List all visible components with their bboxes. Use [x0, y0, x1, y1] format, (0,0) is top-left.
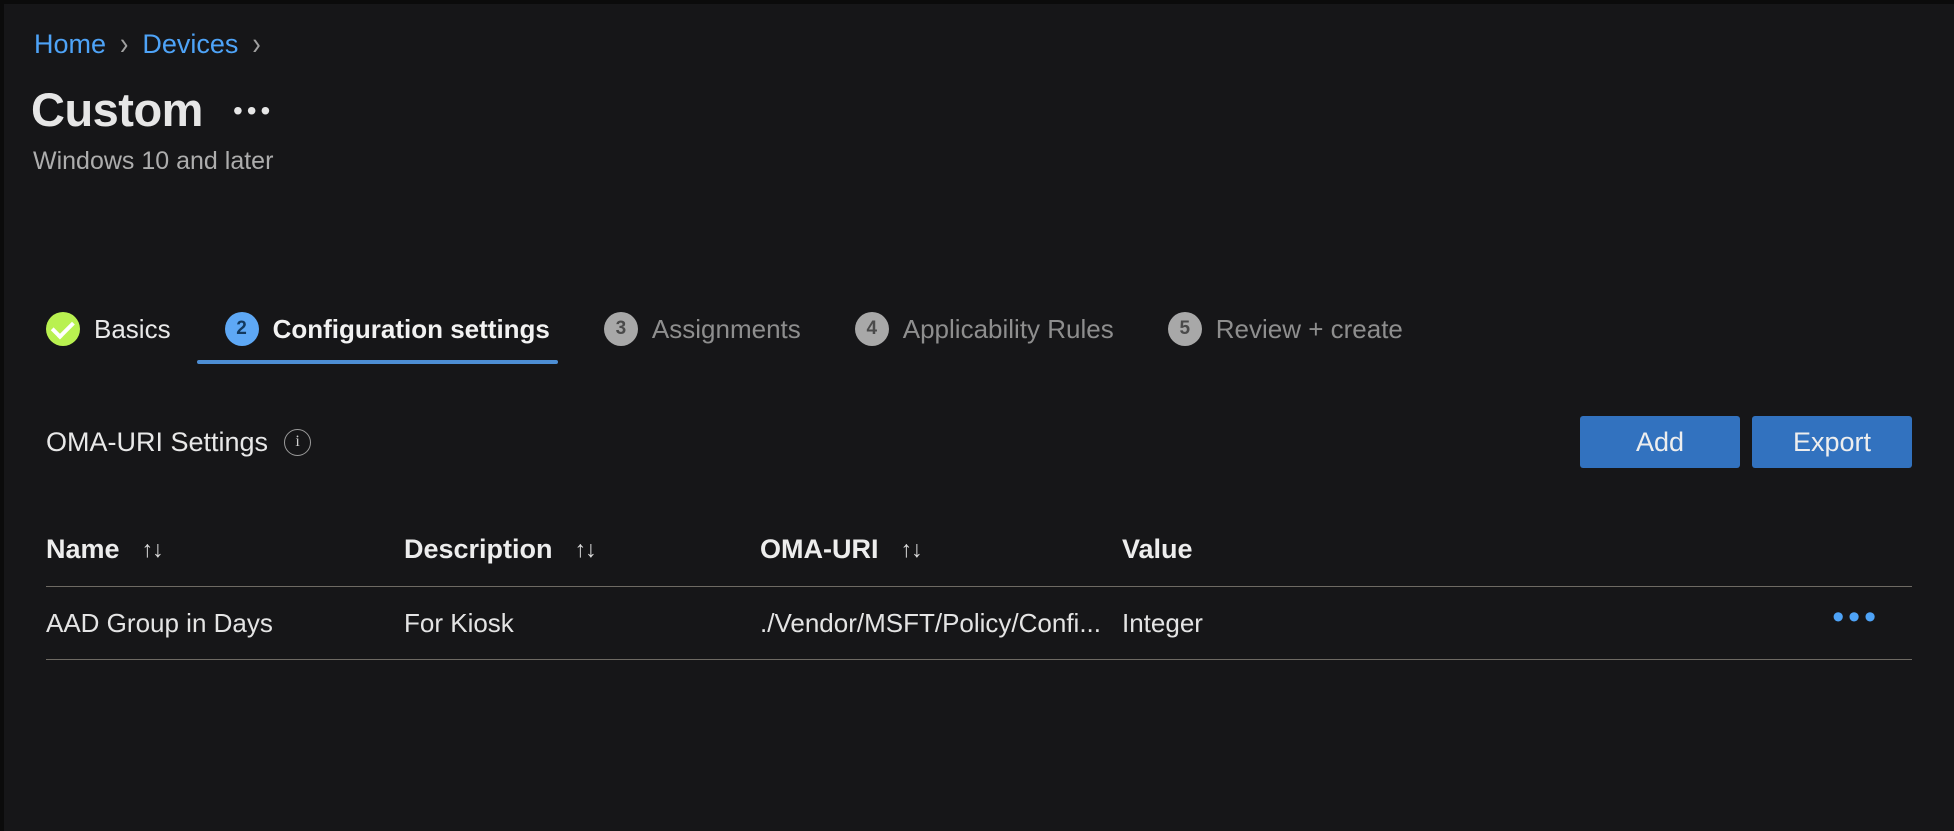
column-header-label: OMA-URI [760, 534, 878, 565]
export-button[interactable]: Export [1752, 416, 1912, 468]
info-icon[interactable]: i [284, 429, 311, 456]
step-number-badge: 3 [604, 312, 638, 346]
sort-icon[interactable]: ↑↓ [142, 538, 163, 561]
azure-portal-blade: Home › Devices › Custom ••• Windows 10 a… [4, 4, 1954, 831]
cell-text: AAD Group in Days [46, 608, 273, 639]
wizard-tabs: Basics 2 Configuration settings 3 Assign… [46, 312, 1429, 364]
wizard-tab-applicability-rules[interactable]: 4 Applicability Rules [827, 312, 1140, 364]
breadcrumb: Home › Devices › [34, 28, 261, 60]
column-header-oma-uri[interactable]: OMA-URI ↑↓ [760, 534, 1122, 565]
page-subtitle: Windows 10 and later [33, 146, 273, 176]
column-header-label: Name [46, 534, 120, 565]
wizard-tab-basics[interactable]: Basics [46, 312, 197, 364]
add-button[interactable]: Add [1580, 416, 1740, 468]
section-title: OMA-URI Settings [46, 426, 268, 458]
wizard-tab-label: Basics [94, 313, 171, 345]
more-options-icon[interactable]: ••• [233, 95, 274, 127]
cell-actions: ••• [1792, 606, 1912, 640]
step-complete-icon [46, 312, 80, 346]
table-row[interactable]: AAD Group in Days For Kiosk ./Vendor/MSF… [46, 587, 1912, 660]
cell-description: For Kiosk [404, 608, 760, 639]
cell-oma-uri: ./Vendor/MSFT/Policy/Confi... [760, 608, 1122, 639]
column-header-label: Value [1122, 534, 1193, 565]
step-number-badge: 2 [225, 312, 259, 346]
breadcrumb-item-home[interactable]: Home [34, 28, 106, 60]
oma-uri-settings-table: Name ↑↓ Description ↑↓ OMA-URI ↑↓ Value … [46, 512, 1912, 660]
step-number-badge: 5 [1168, 312, 1202, 346]
column-header-description[interactable]: Description ↑↓ [404, 534, 760, 565]
wizard-tab-assignments[interactable]: 3 Assignments [576, 312, 827, 364]
wizard-tab-configuration-settings[interactable]: 2 Configuration settings [197, 312, 576, 364]
column-header-name[interactable]: Name ↑↓ [46, 534, 404, 565]
page-title: Custom [31, 82, 203, 138]
wizard-tab-review-create[interactable]: 5 Review + create [1140, 312, 1429, 364]
cell-value: Integer [1122, 608, 1792, 639]
step-number-badge: 4 [855, 312, 889, 346]
section-title-group: OMA-URI Settings i [46, 426, 311, 458]
chevron-right-icon: › [120, 24, 128, 64]
wizard-tab-label: Review + create [1216, 313, 1403, 345]
section-header: OMA-URI Settings i Add Export [46, 416, 1912, 480]
row-context-menu-icon[interactable]: ••• [1832, 606, 1880, 634]
column-header-value[interactable]: Value [1122, 534, 1792, 565]
cell-text: ./Vendor/MSFT/Policy/Confi... [760, 608, 1101, 639]
wizard-tab-label: Configuration settings [273, 313, 550, 345]
wizard-tab-label: Applicability Rules [903, 313, 1114, 345]
column-header-label: Description [404, 534, 553, 565]
chevron-right-icon: › [252, 24, 260, 64]
sort-icon[interactable]: ↑↓ [575, 538, 596, 561]
sort-icon[interactable]: ↑↓ [900, 538, 921, 561]
cell-name: AAD Group in Days [46, 608, 404, 639]
section-actions: Add Export [1580, 416, 1912, 468]
wizard-tab-label: Assignments [652, 313, 801, 345]
cell-text: For Kiosk [404, 608, 514, 639]
table-header-row: Name ↑↓ Description ↑↓ OMA-URI ↑↓ Value [46, 512, 1912, 587]
page-title-row: Custom ••• [31, 82, 274, 138]
breadcrumb-item-devices[interactable]: Devices [142, 28, 238, 60]
cell-text: Integer [1122, 608, 1203, 639]
active-tab-indicator [197, 360, 558, 364]
